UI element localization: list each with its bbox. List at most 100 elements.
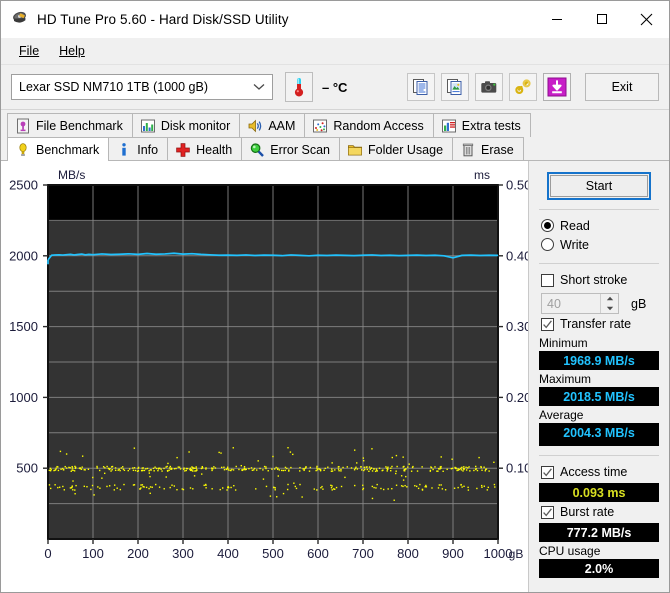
average-label: Average: [539, 408, 584, 422]
average-value-box: 2004.3 MB/s: [539, 423, 659, 446]
svg-text:ms: ms: [474, 168, 490, 182]
window-title: HD Tune Pro 5.60 - Hard Disk/SSD Utility: [37, 11, 289, 27]
info-icon: [122, 142, 126, 156]
maximize-button[interactable]: [579, 1, 624, 37]
magnifier-icon: [251, 142, 265, 157]
benchmark-chart: 2500 2000 1500 1000 500 0.50 0.40 0.30 0.20 0.10 M…: [1, 161, 528, 592]
tab-error-scan[interactable]: Error Scan: [241, 137, 340, 161]
svg-text:800: 800: [397, 546, 419, 561]
svg-text:0.10: 0.10: [506, 461, 528, 476]
screenshot-button[interactable]: [475, 73, 503, 101]
thermometer-icon: [294, 78, 304, 97]
menu-help-label: Help: [59, 44, 85, 58]
svg-text:500: 500: [16, 461, 38, 476]
checkbox-short-stroke-box: [541, 273, 554, 287]
window-controls: [534, 1, 669, 37]
toolbar: Lexar SSD NM710 1TB (1000 gB) – °C Exit: [1, 65, 669, 110]
stepper-up-icon[interactable]: [601, 294, 618, 304]
divider-3: [539, 455, 659, 456]
close-button[interactable]: [624, 1, 669, 37]
svg-text:0.40: 0.40: [506, 248, 528, 263]
trash-icon: [462, 143, 474, 156]
temperature-button[interactable]: [285, 72, 313, 102]
svg-text:0.30: 0.30: [506, 319, 528, 334]
svg-text:1000: 1000: [9, 390, 38, 405]
title-bar: HD Tune Pro 5.60 - Hard Disk/SSD Utility: [1, 1, 669, 38]
svg-text:400: 400: [217, 546, 239, 561]
start-button-label: Start: [585, 179, 613, 193]
file-benchmark-icon: [17, 118, 29, 133]
minimize-button[interactable]: [534, 1, 579, 37]
maximum-label: Maximum: [539, 372, 592, 386]
svg-text:0.20: 0.20: [506, 390, 528, 405]
tab-extra-tests[interactable]: Extra tests: [432, 113, 531, 137]
tab-row-bottom: Benchmark Info Health Error Scan Folder …: [7, 137, 669, 161]
exit-button[interactable]: Exit: [585, 73, 659, 101]
tab-info[interactable]: Info: [108, 137, 169, 161]
svg-text:gB: gB: [509, 547, 524, 561]
svg-text:200: 200: [127, 546, 149, 561]
checkbox-transfer-rate-box: [541, 317, 554, 331]
radio-write-indicator: [541, 238, 554, 251]
copy-text-button[interactable]: [407, 73, 435, 101]
svg-text:300: 300: [172, 546, 194, 561]
svg-text:600: 600: [307, 546, 329, 561]
menu-help[interactable]: Help: [49, 42, 95, 60]
checkbox-short-stroke[interactable]: Short stroke: [537, 270, 661, 290]
svg-text:2500: 2500: [9, 178, 38, 193]
checkbox-burst-rate-label: Burst rate: [560, 505, 615, 519]
checkbox-transfer-rate[interactable]: Transfer rate: [537, 314, 661, 334]
harddisk-icon: [11, 10, 29, 28]
menu-file[interactable]: File: [9, 42, 49, 60]
access-time-value-box: 0.093 ms: [539, 483, 659, 502]
tab-disk-monitor-label: Disk monitor: [160, 118, 231, 133]
maximum-value-box: 2018.5 MB/s: [539, 387, 659, 406]
benchmark-graph: 25002000150010005000.500.400.300.200.10M…: [9, 168, 528, 561]
chain-link-icon: [515, 79, 531, 95]
tab-health-label: Health: [196, 142, 233, 157]
benchmark-panel: 2500 2000 1500 1000 500 0.50 0.40 0.30 0.20 0.10 M…: [1, 160, 669, 592]
device-select[interactable]: Lexar SSD NM710 1TB (1000 gB): [11, 74, 273, 100]
short-stroke-stepper[interactable]: 40: [541, 293, 619, 314]
tab-folder-usage[interactable]: Folder Usage: [338, 137, 454, 161]
tab-folder-usage-label: Folder Usage: [367, 142, 444, 157]
link-button[interactable]: [509, 73, 537, 101]
tab-bar: File Benchmark Disk monitor AAM Random A…: [1, 110, 669, 161]
svg-text:2000: 2000: [9, 248, 38, 263]
svg-text:MB/s: MB/s: [58, 168, 85, 182]
menu-file-label: File: [19, 44, 40, 58]
minimum-label: Minimum: [539, 336, 588, 350]
radio-read[interactable]: Read: [537, 216, 661, 235]
save-button[interactable]: [543, 73, 571, 101]
tab-benchmark[interactable]: Benchmark: [7, 137, 110, 161]
radio-write-label: Write: [560, 237, 589, 252]
random-access-icon: [313, 119, 328, 132]
tab-file-benchmark[interactable]: File Benchmark: [7, 113, 133, 137]
disk-monitor-icon: [140, 119, 155, 132]
speaker-icon: [248, 119, 262, 132]
access-time-value: 0.093 ms: [572, 485, 626, 500]
tab-file-benchmark-label: File Benchmark: [36, 118, 123, 133]
start-button[interactable]: Start: [550, 175, 648, 197]
stepper-down-icon[interactable]: [601, 304, 618, 314]
tab-erase[interactable]: Erase: [452, 137, 524, 161]
tab-info-label: Info: [137, 142, 159, 157]
svg-text:700: 700: [352, 546, 374, 561]
tab-random-access[interactable]: Random Access: [304, 113, 434, 137]
radio-read-indicator: [541, 219, 554, 232]
tab-health[interactable]: Health: [167, 137, 243, 161]
svg-text:500: 500: [262, 546, 284, 561]
checkbox-burst-rate[interactable]: Burst rate: [537, 502, 661, 522]
tab-aam[interactable]: AAM: [239, 113, 306, 137]
cpu-usage-label: CPU usage: [539, 544, 601, 558]
exit-button-label: Exit: [611, 80, 633, 94]
svg-text:0: 0: [44, 546, 51, 561]
copy-image-button[interactable]: [441, 73, 469, 101]
stepper-buttons[interactable]: [600, 294, 618, 313]
tab-disk-monitor[interactable]: Disk monitor: [131, 113, 241, 137]
svg-text:900: 900: [442, 546, 464, 561]
camera-icon: [481, 81, 497, 93]
checkbox-burst-rate-box: [541, 505, 554, 519]
radio-write[interactable]: Write: [537, 235, 661, 254]
checkbox-access-time[interactable]: Access time: [537, 462, 661, 482]
